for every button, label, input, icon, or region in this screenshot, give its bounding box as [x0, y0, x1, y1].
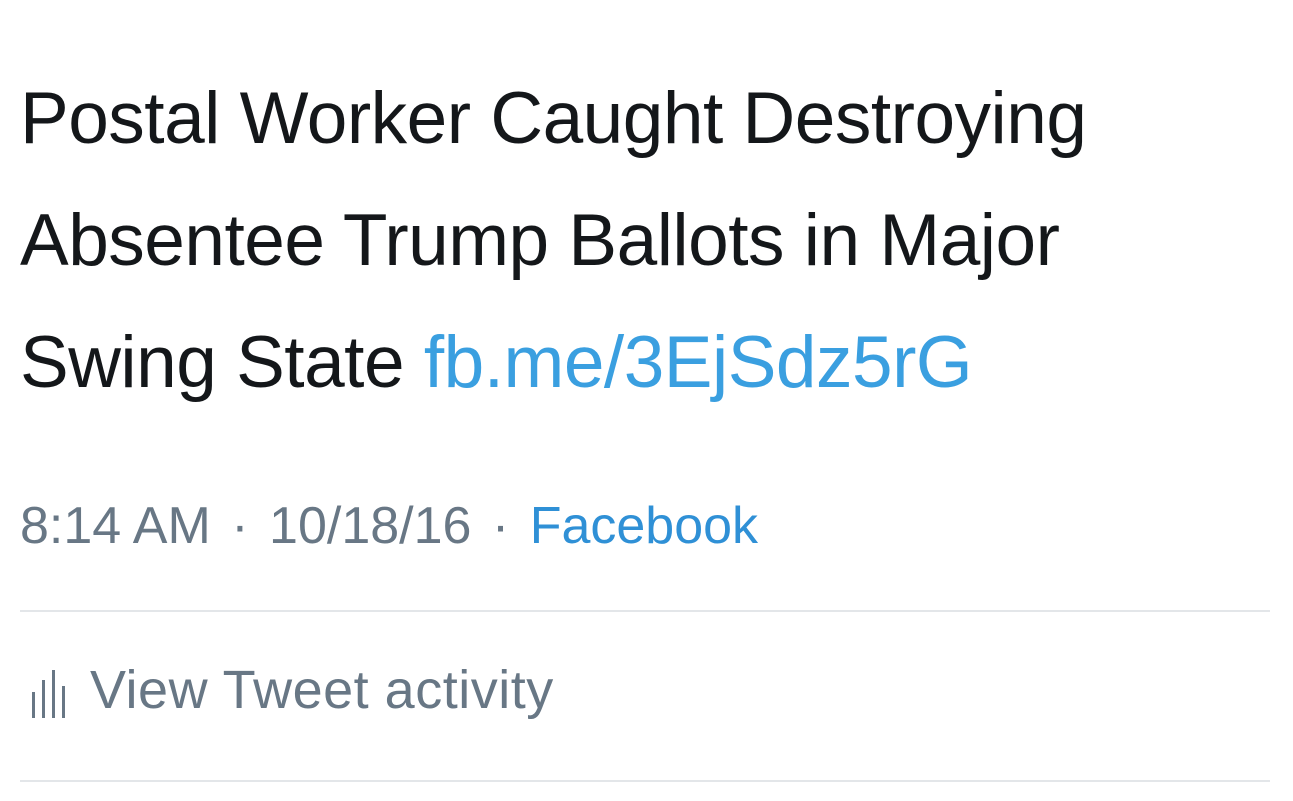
tweet-link[interactable]: fb.me/3EjSdz5rG	[424, 322, 973, 403]
tweet-text: Postal Worker Caught Destroying Absentee…	[20, 58, 1260, 424]
tweet-time: 8:14 AM	[20, 497, 211, 555]
meta-separator: ·	[231, 497, 249, 555]
meta-separator: ·	[491, 497, 510, 555]
tweet-text-line-2: Absentee Trump Ballots in Major	[20, 200, 1060, 281]
tweet-metadata: 8:14 AM · 10/18/16 · Facebook	[20, 494, 758, 558]
divider	[20, 780, 1270, 782]
view-tweet-activity-label: View Tweet activity	[90, 660, 554, 720]
bar-chart-icon	[28, 660, 68, 720]
tweet-text-line-3-words: Swing State	[20, 322, 424, 403]
tweet-text-line-1: Postal Worker Caught Destroying	[20, 78, 1087, 159]
tweet-date: 10/18/16	[269, 497, 472, 555]
view-tweet-activity-button[interactable]: View Tweet activity	[28, 655, 554, 725]
tweet-text-line-3: Swing State fb.me/3EjSdz5rG	[20, 302, 1260, 424]
tweet-source-link[interactable]: Facebook	[530, 497, 758, 555]
divider	[20, 610, 1270, 612]
